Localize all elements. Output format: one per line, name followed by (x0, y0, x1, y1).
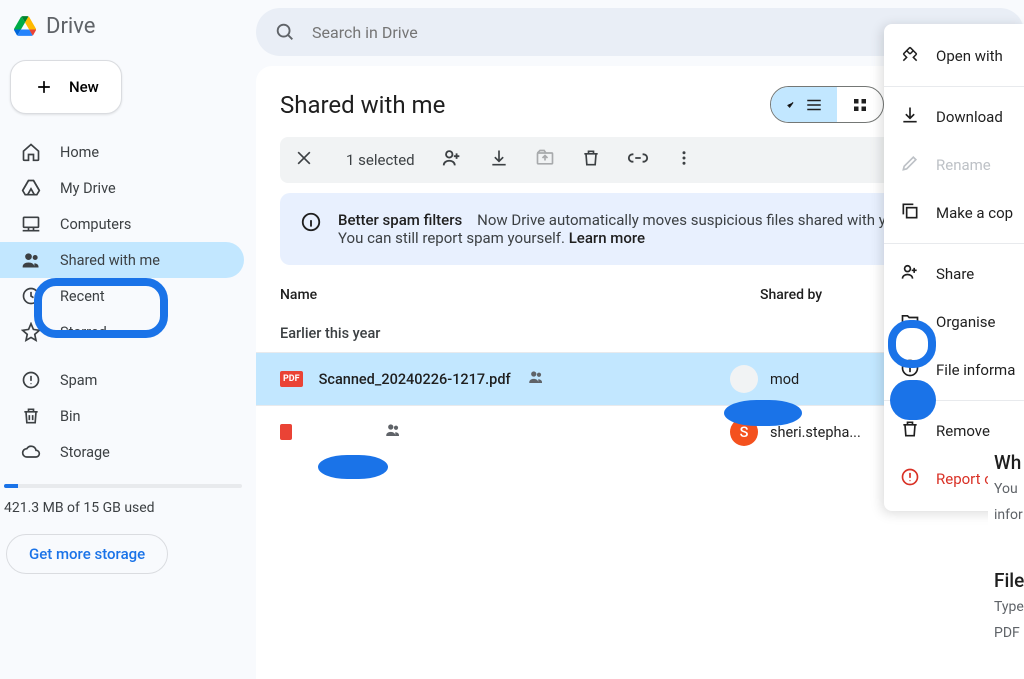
report-icon (900, 467, 920, 491)
trash-icon (900, 419, 920, 443)
people-icon (20, 250, 42, 270)
copy-icon (900, 201, 920, 225)
shared-icon (527, 368, 545, 390)
menu-download[interactable]: Download (884, 93, 1024, 141)
drive-logo-icon (14, 10, 36, 42)
shared-icon (384, 421, 402, 443)
menu-share[interactable]: Share (884, 250, 1024, 298)
info-icon (900, 358, 920, 382)
file-name: Scanned_20240226-1217.pdf (319, 371, 511, 388)
sidebar-item-label: Recent (60, 288, 105, 305)
rename-icon (900, 153, 920, 177)
sidebar-item-home[interactable]: Home (0, 134, 244, 170)
page-title: Shared with me (280, 91, 445, 119)
clear-selection-button[interactable] (294, 148, 314, 172)
sidebar-item-bin[interactable]: Bin (0, 398, 244, 434)
sidebar-item-label: Computers (60, 216, 131, 233)
sidebar-item-label: My Drive (60, 180, 116, 197)
info-icon (300, 211, 322, 247)
storage-text: 421.3 MB of 15 GB used (0, 488, 256, 516)
menu-open-with[interactable]: Open with (884, 32, 1024, 80)
sidebar-item-my-drive[interactable]: My Drive (0, 170, 244, 206)
menu-rename: Rename (884, 141, 1024, 189)
column-header-name[interactable]: Name (280, 287, 760, 303)
menu-file-info[interactable]: File informa (884, 346, 1024, 394)
brand-text: Drive (46, 14, 95, 39)
get-more-storage-button[interactable]: Get more storage (6, 534, 168, 574)
sidebar-item-label: Bin (60, 408, 81, 425)
spam-icon (20, 370, 42, 390)
search-icon (274, 21, 296, 43)
menu-organise[interactable]: Organise (884, 298, 1024, 346)
star-icon (20, 322, 42, 342)
grid-view-button[interactable] (837, 87, 883, 122)
view-toggle[interactable] (770, 86, 884, 123)
delete-button[interactable] (581, 148, 601, 172)
home-icon (20, 142, 42, 162)
sidebar-item-label: Spam (60, 372, 97, 389)
selected-count: 1 selected (346, 151, 415, 169)
plus-icon (33, 77, 55, 97)
pdf-icon: PDF (280, 371, 303, 387)
avatar (730, 365, 758, 393)
sidebar-item-label: Starred (60, 324, 107, 341)
shared-by-name: sheri.stepha... (770, 424, 861, 441)
sidebar-item-starred[interactable]: Starred (0, 314, 244, 350)
banner-learn-more-link[interactable]: Learn more (569, 229, 645, 247)
more-actions-button[interactable] (675, 149, 693, 171)
pdf-icon (280, 424, 292, 440)
sidebar-item-shared-with-me[interactable]: Shared with me (0, 242, 244, 278)
context-menu: Open with Download Rename Make a cop Sha… (884, 24, 1024, 511)
avatar: S (730, 418, 758, 446)
sidebar-item-label: Shared with me (60, 252, 160, 269)
sidebar-item-storage[interactable]: Storage (0, 434, 244, 470)
share-button[interactable] (441, 147, 463, 173)
list-view-button[interactable] (771, 87, 837, 122)
new-button-label: New (69, 78, 99, 96)
folder-icon (900, 310, 920, 334)
new-button[interactable]: New (10, 60, 122, 114)
bin-icon (20, 406, 42, 426)
details-panel: Wh You infor File Type PDF (988, 440, 1024, 646)
sidebar-item-spam[interactable]: Spam (0, 362, 244, 398)
sidebar-item-label: Storage (60, 444, 110, 461)
banner-title: Better spam filters (338, 211, 462, 229)
computer-icon (20, 214, 42, 234)
shared-by-name: mod (770, 371, 799, 388)
cloud-icon (20, 442, 42, 462)
sidebar-item-label: Home (60, 144, 99, 161)
sidebar-item-recent[interactable]: Recent (0, 278, 244, 314)
download-icon (900, 105, 920, 129)
sidebar-item-computers[interactable]: Computers (0, 206, 244, 242)
open-with-icon (900, 44, 920, 68)
share-icon (900, 262, 920, 286)
clock-icon (20, 286, 42, 306)
download-button[interactable] (489, 148, 509, 172)
menu-make-copy[interactable]: Make a cop (884, 189, 1024, 237)
drive-logo[interactable]: Drive (0, 6, 256, 56)
link-button[interactable] (627, 147, 649, 173)
drive-icon (20, 178, 42, 198)
move-button[interactable] (535, 148, 555, 172)
